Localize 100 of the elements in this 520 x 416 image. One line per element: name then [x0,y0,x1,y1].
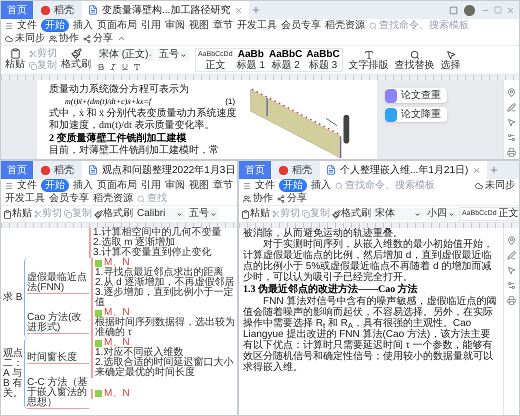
menu-item[interactable]: 开发工具 [5,192,45,205]
collapse-icon[interactable] [117,34,126,43]
template-tab[interactable]: 稻壳 [35,1,80,19]
template-tab[interactable]: 稻壳 [273,161,318,179]
menu-item[interactable]: 引用 [141,19,161,32]
menu-item[interactable]: 开发工具 [237,19,277,32]
pen-icon[interactable] [507,251,516,260]
printer-icon[interactable] [507,296,516,305]
font-select[interactable]: 宋体 (正文) [97,49,155,61]
menu-item[interactable]: 审阅 [165,179,185,192]
paste-button[interactable]: 粘贴 [5,48,25,70]
mindmap-node[interactable]: Cao 方法(改进形式) [27,312,89,334]
printer-icon[interactable] [507,148,516,157]
new-tab-icon[interactable] [489,165,500,175]
caret-icon [176,210,183,218]
font-size-select[interactable]: 小四 [425,208,457,220]
equation-number: (1) [225,96,235,108]
document-icon [385,88,397,102]
format-painter-button[interactable]: 格式刷 [94,208,133,220]
pin-icon[interactable] [507,88,516,97]
pointer-icon[interactable] [507,266,516,275]
italic-icon[interactable] [109,63,117,71]
style-preset[interactable]: AaBbC 标题 3 [304,49,342,71]
toolbar-action[interactable]: 未同步 [5,32,45,45]
font-select[interactable]: Calibri [135,208,185,220]
toolbar-action[interactable]: 协作 [243,192,273,205]
style-preset[interactable]: AaBb 标题 1 [234,49,267,71]
toolbar-action[interactable]: 分享 [277,192,307,205]
paste-button[interactable]: 粘贴 [241,208,270,220]
font-select[interactable]: 宋体 [373,208,423,220]
format-painter-button[interactable]: 格式刷 [332,208,371,220]
template-tab[interactable]: 稻壳 [35,161,80,179]
paragraph: FNN 算法对信号中含有的噪声敏感，虚假临近点的阈值会随着噪声的影响而起伏，不容易选择。另外，在实际操作中需要选择 R$_{t}$ 和 R$_{A}$，具有很强的主观性。Cao Liangyue 提出改进的 FNN 算法(Cao 方法)，该方法主要有以下优点：计算时只需要延迟时间 τ 一个参数，能够有效区分随机信号和确定性信号；使用较小的数据量就可以求得嵌入维。 [243,296,498,373]
toolbar-action[interactable]: 未同步 [475,179,515,192]
underline-icon[interactable] [121,63,129,71]
menu-item[interactable]: 插入 [73,179,93,192]
menu-item[interactable]: 开始 [41,19,69,32]
ribbon-tool[interactable]: 选择 [440,50,461,70]
menu-item[interactable]: 视图 [189,19,209,32]
font-color-icon[interactable] [133,63,141,71]
menu-item[interactable]: 页面布局 [97,19,137,32]
menu-icon[interactable] [243,182,251,190]
mindmap-node[interactable]: C-C 方法（基于嵌入窗法的思想） [27,378,89,409]
layout-icon[interactable] [449,6,458,14]
style-preset[interactable]: AaBbC 标题 2 [266,49,304,71]
new-tab-icon[interactable] [251,5,262,15]
avatar[interactable] [464,4,475,16]
home-tab[interactable]: 首页 [239,161,271,179]
paste-button[interactable]: 粘贴 [3,208,32,220]
document-tab[interactable]: 观点和问题整理2022年1月3日 [82,161,237,179]
menu-item[interactable]: 插入 [73,19,93,32]
menu-item[interactable]: 会员专享 [49,192,89,205]
format-painter-button[interactable]: 格式刷 [61,48,91,70]
image-icon [95,310,102,316]
mindmap-node[interactable]: 观点二：A 与 B 有关。 [3,348,24,398]
font-size-select[interactable]: 五号 [187,208,219,220]
menu-item[interactable]: 视图 [189,179,209,192]
menu-icon[interactable] [5,22,13,30]
menu-item[interactable]: 稻壳资源 [325,19,365,32]
menu-item[interactable]: 文件 [17,19,37,32]
menu-item[interactable]: 插入 [311,179,331,192]
close-icon[interactable] [472,166,482,174]
section-heading: 2 变质量薄壁工件铣削加工建模 [49,132,188,144]
side-panel-button[interactable]: 论文降重 [385,107,447,122]
document-tab[interactable]: 个人整理嵌入维...年1月21日) [320,161,488,179]
pen-icon[interactable] [507,103,516,112]
menu-item[interactable]: 页面布局 [97,179,137,192]
pointer-icon[interactable] [507,118,516,127]
home-tab[interactable]: 首页 [1,1,33,19]
menu-item[interactable]: 文件 [17,179,37,192]
menu-item[interactable]: 稻壳资源 [93,192,133,205]
sliders-icon[interactable] [507,281,516,290]
mindmap-node[interactable]: 时间窗长度 [27,352,89,364]
menu-item[interactable]: 开始 [279,179,307,192]
mindmap-node[interactable]: 虚假最临近点法(FNN) [27,272,89,294]
ribbon-tool[interactable]: 查找替换 [394,50,435,70]
menu-item[interactable]: 审阅 [165,19,185,32]
menu-item[interactable]: 引用 [141,179,161,192]
font-size-select[interactable]: 五号 [157,49,189,61]
sliders-icon[interactable] [507,133,516,142]
ribbon-tool[interactable]: 文字排版 [348,50,389,70]
menu-item[interactable]: 会员专享 [281,19,321,32]
menu-icon[interactable] [5,182,13,190]
cloud-icon [5,34,13,42]
menu-item[interactable]: 开始 [41,179,69,192]
pointer-icon [446,50,456,60]
toolbar-action[interactable]: 协作 [49,32,79,45]
document-tab[interactable]: 变质量薄壁构...加工路径研究 [82,1,250,19]
menu-item[interactable]: 章节 [213,19,233,32]
home-tab[interactable]: 首页 [1,161,33,179]
paragraph: 和加速度，dm(t)/dt 表示质量变化率。 [49,120,216,132]
mindmap-node[interactable]: 求 B [3,293,24,303]
menu-item[interactable]: 文件 [255,179,275,192]
toolbar-action[interactable]: 分享 [83,32,113,45]
close-icon[interactable] [234,6,244,14]
menu-item[interactable]: 章节 [213,179,233,192]
bold-icon[interactable] [97,63,105,71]
side-panel-button[interactable]: 论文查重 [385,88,447,103]
pin-icon[interactable] [507,236,516,245]
share-icon [277,194,285,202]
